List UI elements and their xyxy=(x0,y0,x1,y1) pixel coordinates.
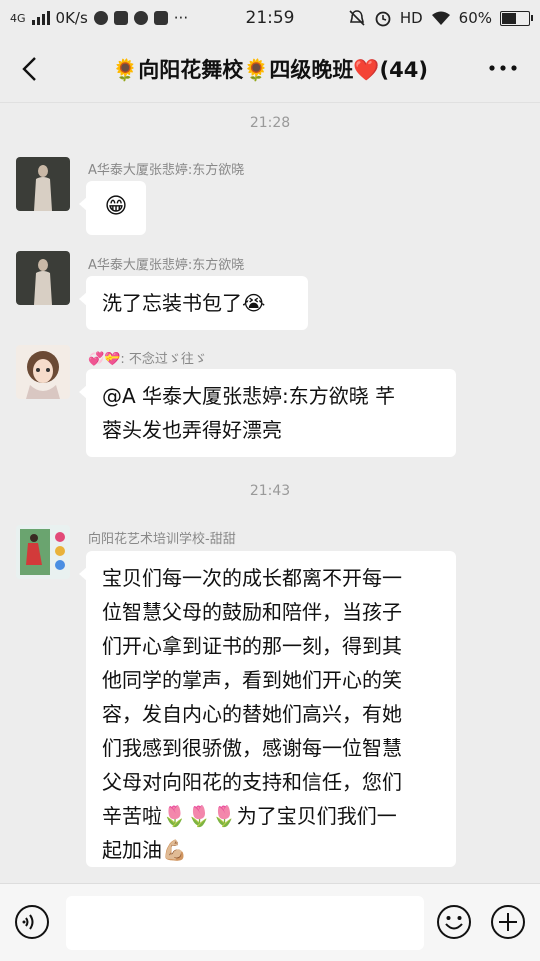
message-text-line: 位智慧父母的鼓励和陪伴，当孩子 xyxy=(102,600,402,624)
chat-title: 🌻向阳花舞校🌻四级晚班❤️(44) xyxy=(112,58,428,82)
message-text-line: 容，发自内心的替她们高兴，有她 xyxy=(102,702,402,726)
message-text-line: @A 华泰大厦张悲婷:东方欲晓 芊 xyxy=(102,384,396,408)
sender-name: 💞💝: 不念过ゞ往ゞ xyxy=(88,352,207,367)
chat-header: 🌻向阳花舞校🌻四级晚班❤️(44) xyxy=(0,36,540,103)
back-chevron-icon[interactable] xyxy=(16,54,46,84)
timestamp: 21:28 xyxy=(249,115,291,131)
voice-icon[interactable] xyxy=(14,904,50,940)
chat-area[interactable]: 21:28 A华泰大厦张悲婷:东方欲晓 😁 A华泰大厦张悲婷:东方欲晓 洗了忘装… xyxy=(0,103,540,883)
message-text-line: 宝贝们每一次的成长都离不开每一 xyxy=(102,566,402,590)
message-text-line: 他同学的掌声，看到她们开心的笑 xyxy=(102,668,402,692)
avatar[interactable] xyxy=(16,157,70,211)
input-bar xyxy=(0,883,540,961)
message-text-line: 们开心拿到证书的那一刻，得到其 xyxy=(102,634,402,658)
message-text: 洗了忘装书包了😭 xyxy=(102,291,266,315)
alarm-icon xyxy=(375,11,391,27)
message-bubble[interactable]: 😁 xyxy=(79,181,146,235)
avatar[interactable] xyxy=(16,345,70,399)
sender-name: A华泰大厦张悲婷:东方欲晓 xyxy=(88,258,245,273)
sender-name: A华泰大厦张悲婷:东方欲晓 xyxy=(88,163,245,178)
plus-icon[interactable] xyxy=(490,904,526,940)
timestamp: 21:43 xyxy=(249,483,291,499)
battery-percent: 60% xyxy=(458,9,492,27)
battery-fill xyxy=(502,12,516,24)
message-bubble[interactable]: 宝贝们每一次的成长都离不开每一 位智慧父母的鼓励和陪伴，当孩子 们开心拿到证书的… xyxy=(79,551,456,867)
status-right: HD 60% xyxy=(348,9,533,27)
message-text-line: 辛苦啦🌷🌷🌷为了宝贝们我们一 xyxy=(102,804,397,828)
battery-icon xyxy=(500,10,533,26)
message-text-line: 父母对向阳花的支持和信任，您们 xyxy=(102,770,402,794)
message-bubble[interactable]: @A 华泰大厦张悲婷:东方欲晓 芊 蓉头发也弄得好漂亮 xyxy=(79,369,456,457)
message-bubble[interactable]: 洗了忘装书包了😭 xyxy=(79,276,308,330)
avatar[interactable] xyxy=(16,251,70,305)
hd-indicator: HD xyxy=(399,9,423,27)
avatar[interactable] xyxy=(16,525,70,579)
message-text: 😁 xyxy=(104,194,128,219)
message-text-line: 们我感到很骄傲，感谢每一位智慧 xyxy=(102,736,402,760)
message-text-line: 蓉头发也弄得好漂亮 xyxy=(102,418,282,442)
message-input[interactable] xyxy=(66,896,424,950)
wifi-icon xyxy=(431,11,450,25)
more-dots-icon[interactable] xyxy=(486,56,520,80)
status-bar: 4G 0K/s ··· 21:59 HD 60% xyxy=(0,0,540,36)
sender-name: 向阳花艺术培训学校-甜甜 xyxy=(88,532,236,547)
message-text-line: 起加油💪🏼 xyxy=(102,838,187,862)
emoji-icon[interactable] xyxy=(436,904,472,940)
mute-icon xyxy=(349,10,365,26)
